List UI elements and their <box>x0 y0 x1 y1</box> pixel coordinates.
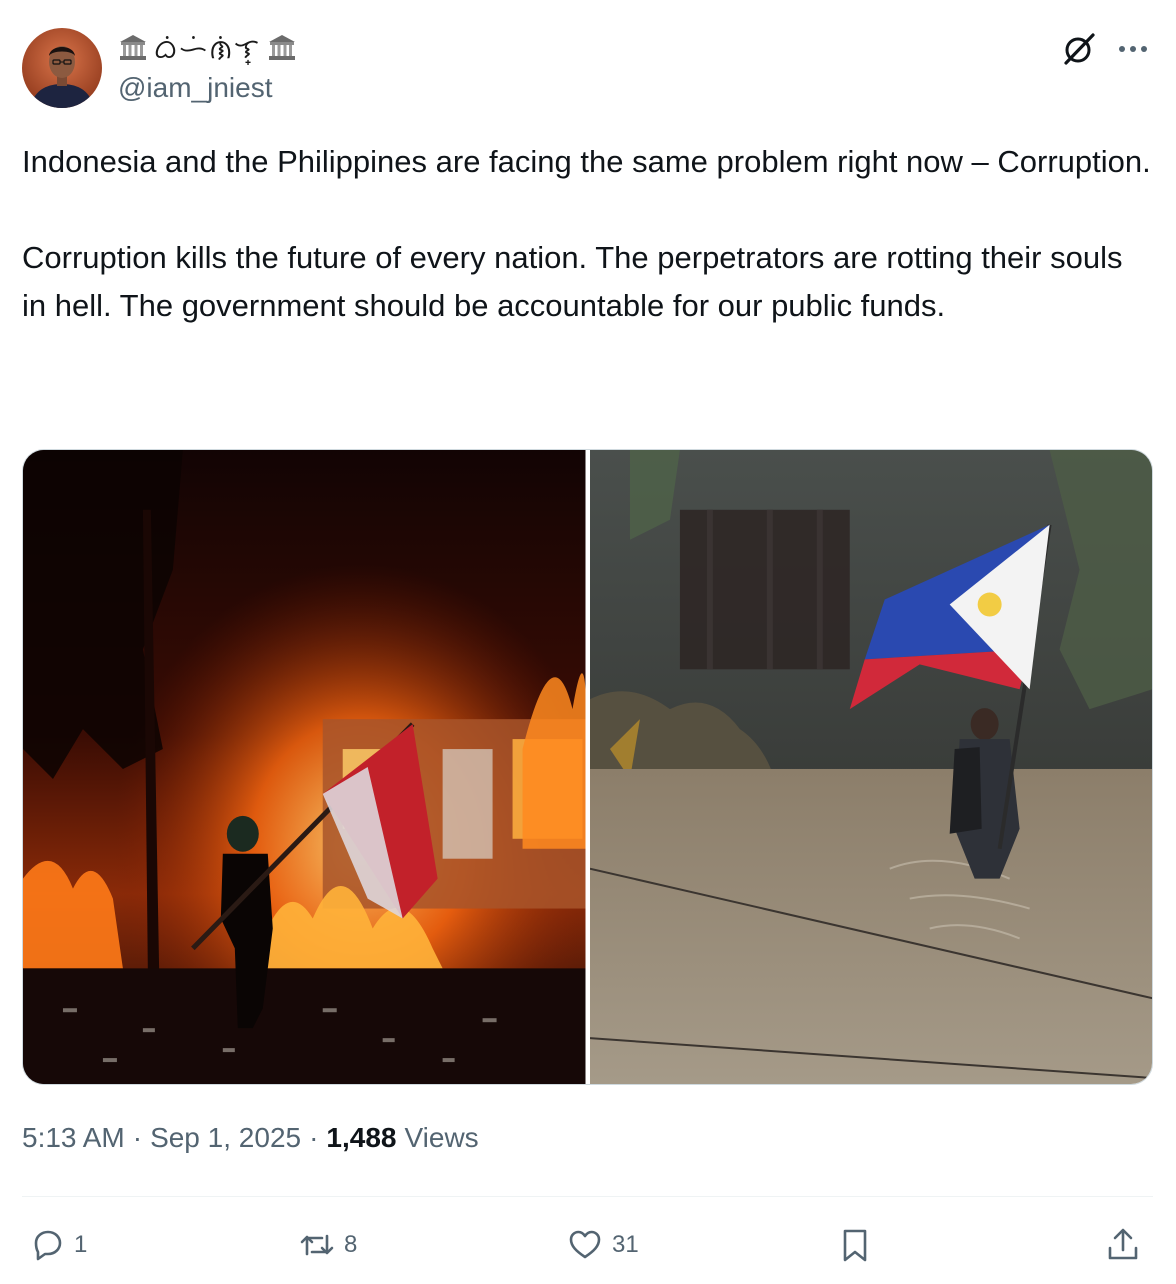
tweet-text: Indonesia and the Philippines are facing… <box>22 138 1152 330</box>
classical-building-icon <box>268 35 295 60</box>
repost-count: 8 <box>344 1231 358 1258</box>
media-grid <box>22 449 1153 1085</box>
tweet-time[interactable]: 5:13 AM <box>22 1122 125 1154</box>
meta-separator: · <box>132 1122 143 1153</box>
tweet-date[interactable]: Sep 1, 2025 <box>150 1122 301 1154</box>
more-icon[interactable] <box>1114 34 1152 64</box>
divider <box>22 1196 1153 1197</box>
share-button[interactable] <box>1104 1222 1142 1268</box>
avatar[interactable] <box>22 28 102 108</box>
meta-separator: · <box>309 1122 319 1153</box>
like-button[interactable]: 31 <box>566 1222 639 1268</box>
photo-fire-protest-flag[interactable] <box>23 450 586 1084</box>
display-name-script: ᜊᜒᜑᜒᜈᜒᜎ᜔ <box>154 33 261 65</box>
reply-button[interactable]: 1 <box>28 1222 87 1268</box>
tweet-container: ᜊᜒᜑᜒᜈᜒᜎ᜔ @iam_jniest Indonesia and the P… <box>0 0 1176 1284</box>
bookmark-icon <box>843 1229 867 1262</box>
like-count: 31 <box>612 1231 639 1258</box>
heart-icon <box>569 1230 601 1259</box>
views-count: 1,488 <box>326 1122 397 1153</box>
share-icon <box>1108 1228 1138 1260</box>
display-name[interactable]: ᜊᜒᜑᜒᜈᜒᜎ᜔ <box>118 30 297 65</box>
tweet-paragraph-2: Corruption kills the future of every nat… <box>22 240 1123 323</box>
repost-icon <box>300 1234 334 1256</box>
grok-icon[interactable] <box>1060 30 1098 68</box>
reply-icon <box>34 1230 62 1261</box>
repost-button[interactable]: 8 <box>298 1222 357 1268</box>
user-handle[interactable]: @iam_jniest <box>118 72 272 104</box>
bookmark-button[interactable] <box>836 1222 874 1268</box>
reply-count: 1 <box>74 1231 88 1258</box>
tweet-meta: 5:13 AM · Sep 1, 2025 · 1,488 Views <box>22 1122 479 1154</box>
tweet-paragraph-1: Indonesia and the Philippines are facing… <box>22 144 1151 179</box>
photo-flood-philippine-flag[interactable] <box>589 450 1152 1084</box>
classical-building-icon <box>120 35 146 60</box>
views-label: Views <box>404 1122 479 1153</box>
